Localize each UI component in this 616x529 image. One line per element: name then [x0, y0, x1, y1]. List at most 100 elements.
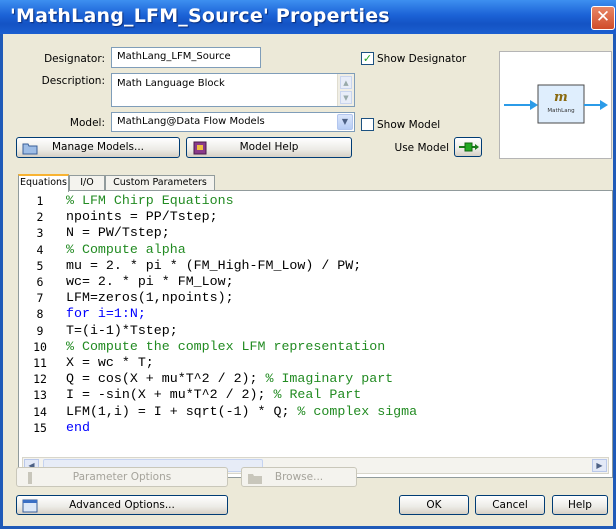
line-number: 12 [33, 372, 47, 387]
code-text: for i=1:N; [66, 306, 146, 322]
code-text: N = PW/Tstep; [66, 225, 170, 241]
line-number: 13 [33, 388, 47, 403]
advanced-options-label: Advanced Options... [69, 499, 175, 511]
line-number: 3 [36, 226, 44, 241]
code-line: npoints = PP/Tstep; [66, 209, 218, 224]
description-label: Description: [41, 75, 105, 87]
chevron-down-icon[interactable]: ▼ [337, 114, 353, 130]
code-line: end [66, 420, 90, 435]
designator-label: Designator: [44, 53, 105, 65]
line-number: 11 [33, 356, 47, 370]
code-text: X = wc * T; [66, 355, 154, 370]
code-editor[interactable]: 1 2 3 4 5 6 7 8 9 10 11 12 13 14 15 % LFM Chirp Equati… [22, 193, 609, 456]
model-label: Model: [69, 117, 105, 129]
code-line: % LFM Chirp Equations [66, 193, 234, 208]
code-line: for i=1:N; [66, 306, 146, 321]
parameter-options-button[interactable]: Parameter Options [16, 467, 228, 487]
show-designator-checkbox[interactable]: ✓ [361, 52, 374, 65]
tab-equations[interactable]: Equations [18, 174, 69, 192]
window-icon [22, 499, 38, 513]
code-line: N = PW/Tstep; [66, 225, 170, 240]
line-number: 2 [36, 210, 44, 225]
code-text: I = -sin(X + mu*T^2 / 2); [66, 387, 266, 403]
code-line: T=(i-1)*Tstep; [66, 323, 178, 338]
code-comment: % Imaginary part [257, 371, 394, 387]
code-line: LFM(1,i) = I + sqrt(-1) * Q; % complex s… [66, 404, 417, 419]
code-line: wc= 2. * pi * FM_Low; [66, 274, 234, 289]
code-text: end [66, 419, 90, 435]
line-number: 15 [33, 420, 47, 435]
manage-models-label: Manage Models... [51, 141, 145, 153]
model-help-label: Model Help [239, 141, 299, 153]
model-help-button[interactable]: Model Help [186, 137, 352, 158]
mathlang-block-diagram [504, 84, 608, 124]
code-line: LFM=zeros(1,npoints); [66, 290, 234, 305]
code-line: % Compute the complex LFM representation [66, 339, 385, 354]
block-label: MathLang [547, 108, 575, 114]
use-model-label: Use Model [394, 142, 449, 154]
line-number: 5 [36, 258, 44, 273]
description-textarea[interactable]: Math Language Block ▲ ▼ [111, 73, 355, 107]
browse-label: Browse... [274, 471, 324, 483]
code-text: LFM=zeros(1,npoints); [66, 290, 234, 306]
line-number: 1 [36, 194, 44, 208]
options-icon [28, 472, 32, 484]
code-text: npoints = PP/Tstep; [66, 209, 218, 225]
description-scrollbar[interactable]: ▲ ▼ [337, 74, 354, 106]
code-text: T=(i-1)*Tstep; [66, 322, 178, 338]
line-number: 4 [36, 242, 44, 257]
line-number: 8 [36, 307, 44, 322]
code-line: % Compute alpha [66, 242, 186, 257]
show-model-label: Show Model [377, 119, 441, 131]
line-number: 6 [36, 275, 44, 289]
code-text: % LFM Chirp Equations [66, 193, 234, 208]
code-text: % Compute the complex LFM representation [66, 338, 386, 354]
title-bar[interactable]: 'MathLang_LFM_Source' Properties ✕ [0, 0, 616, 34]
code-line: mu = 2. * pi * (FM_High-FM_Low) / PW; [66, 258, 361, 273]
show-designator-label: Show Designator [377, 53, 467, 65]
block-preview: m MathLang [499, 51, 612, 159]
properties-dialog: 'MathLang_LFM_Source' Properties ✕ Desig… [0, 0, 616, 529]
code-comment: % complex sigma [289, 403, 418, 419]
ok-button[interactable]: OK [399, 495, 469, 515]
advanced-options-button[interactable]: Advanced Options... [16, 495, 228, 515]
math-glyph-icon: m [554, 90, 568, 105]
line-number: 10 [33, 339, 47, 354]
code-text: mu = 2. * pi * (FM_High-FM_Low) / PW; [66, 257, 362, 273]
code-line: X = wc * T; [66, 355, 154, 370]
scroll-down-icon[interactable]: ▼ [340, 91, 352, 104]
code-line: Q = cos(X + mu*T^2 / 2); % Imaginary par… [66, 371, 393, 386]
help-button[interactable]: Help [552, 495, 608, 515]
parameter-options-label: Parameter Options [72, 471, 172, 483]
browse-button[interactable]: Browse... [241, 467, 357, 487]
code-text: wc= 2. * pi * FM_Low; [66, 274, 234, 289]
code-text: % Compute alpha [66, 241, 186, 257]
tab-custom-parameters[interactable]: Custom Parameters [105, 175, 215, 191]
dialog-client-area: Designator: MathLang_LFM_Source Descript… [3, 34, 613, 526]
show-model-checkbox[interactable] [361, 118, 374, 131]
model-select[interactable]: MathLang@Data Flow Models ▼ [111, 112, 355, 132]
equations-panel: 1 2 3 4 5 6 7 8 9 10 11 12 13 14 15 % LFM Chirp Equati… [18, 190, 613, 478]
code-comment: % Real Part [265, 387, 362, 403]
code-line: I = -sin(X + mu*T^2 / 2); % Real Part [66, 387, 361, 402]
scroll-up-icon[interactable]: ▲ [340, 76, 352, 89]
close-icon[interactable]: ✕ [591, 6, 615, 30]
cancel-button[interactable]: Cancel [475, 495, 545, 515]
manage-models-button[interactable]: Manage Models... [16, 137, 180, 158]
line-number: 9 [36, 323, 44, 338]
use-model-icon [459, 142, 479, 152]
designator-input[interactable]: MathLang_LFM_Source [111, 47, 261, 68]
help-book-icon [193, 141, 207, 155]
folder-open-icon [248, 474, 262, 484]
line-number: 14 [33, 404, 47, 419]
tab-io[interactable]: I/O [69, 175, 105, 191]
code-text: LFM(1,i) = I + sqrt(-1) * Q; [66, 403, 290, 419]
scroll-right-icon[interactable]: ▶ [592, 459, 607, 472]
code-text: Q = cos(X + mu*T^2 / 2); [66, 371, 258, 387]
designator-value: MathLang_LFM_Source [117, 51, 231, 62]
model-value: MathLang@Data Flow Models [117, 116, 265, 127]
line-number: 7 [36, 291, 44, 306]
description-value: Math Language Block [117, 78, 225, 89]
use-model-button[interactable] [454, 137, 482, 157]
folder-icon [22, 143, 38, 155]
